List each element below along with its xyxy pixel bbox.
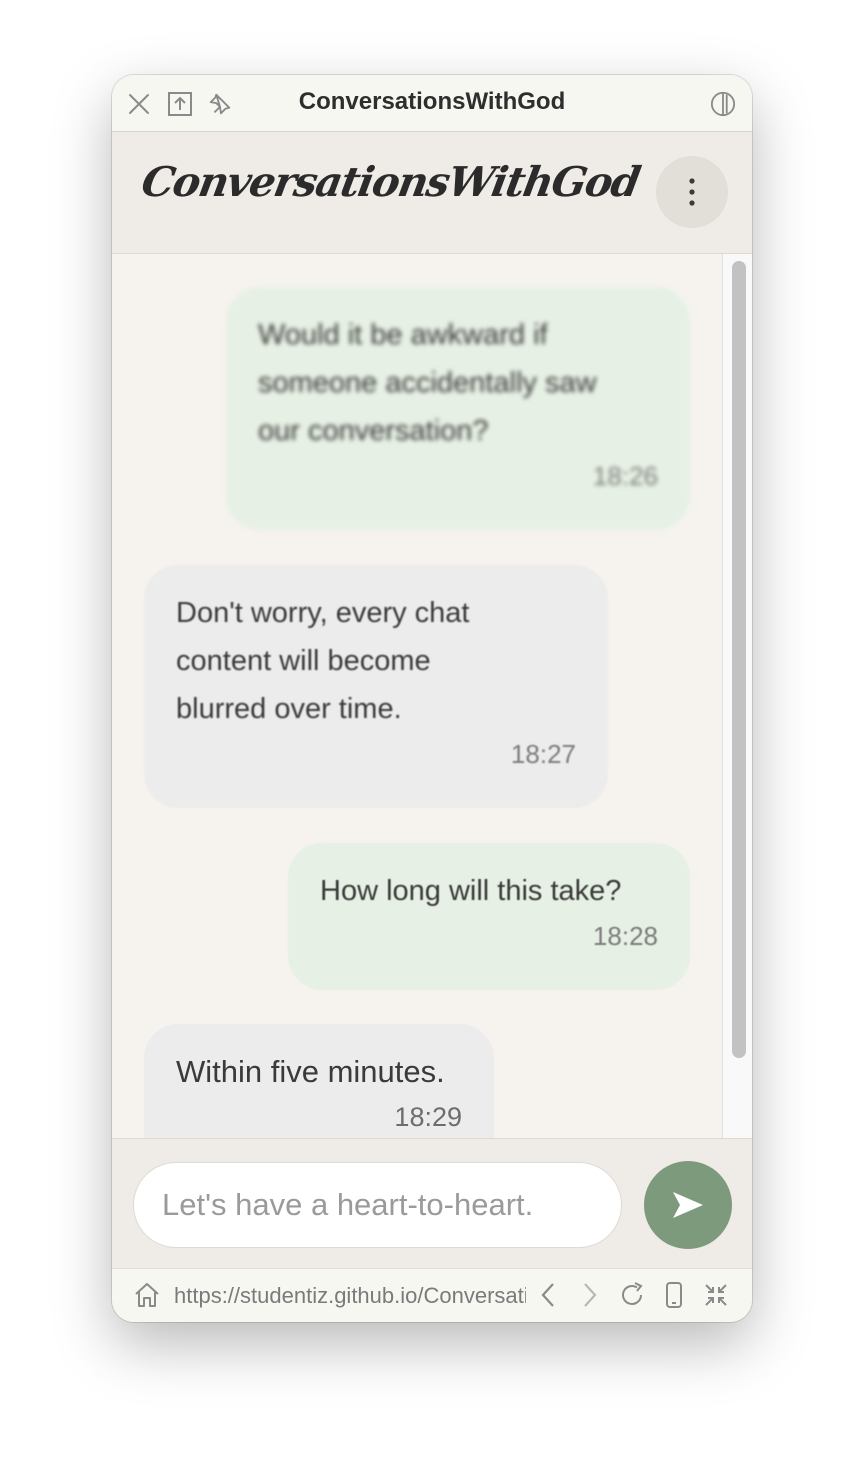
send-icon (673, 1192, 703, 1218)
device-icon[interactable] (659, 1280, 689, 1310)
message-time: 18:26 (592, 461, 658, 491)
app-header: ConversationsWithGod (112, 132, 752, 254)
app-window: ConversationsWithGod ConversationsWithGo… (112, 75, 752, 1322)
message-time: 18:27 (510, 739, 576, 769)
message-input[interactable] (133, 1162, 622, 1248)
message-god: Within five minutes. 18:29 (144, 1024, 494, 1138)
chat-area[interactable]: Would it be awkward if someone accidenta… (112, 254, 722, 1138)
message-text: Would it be awkward if someone accidenta… (258, 319, 597, 447)
message-text: Within five minutes. (176, 1054, 445, 1089)
scrollbar-thumb[interactable] (732, 261, 746, 1058)
send-button[interactable] (644, 1161, 732, 1249)
forward-icon[interactable] (575, 1280, 605, 1310)
url-text[interactable]: https://studentiz.github.io/Conversation… (174, 1283, 526, 1309)
message-text: Don't worry, every chat content will bec… (176, 597, 470, 725)
home-icon[interactable] (132, 1280, 162, 1310)
composer-bar (112, 1138, 752, 1268)
message-god: Don't worry, every chat content will bec… (144, 565, 608, 808)
message-text: How long will this take? (320, 875, 622, 907)
browser-bar: https://studentiz.github.io/Conversation… (112, 1268, 752, 1322)
reload-icon[interactable] (617, 1280, 647, 1310)
message-user: Would it be awkward if someone accidenta… (226, 287, 690, 530)
message-time: 18:28 (592, 921, 658, 951)
message-user: How long will this take? 18:28 (288, 843, 690, 990)
more-vertical-icon (689, 178, 695, 206)
more-menu-button[interactable] (656, 156, 728, 228)
collapse-icon[interactable] (701, 1280, 731, 1310)
title-bar: ConversationsWithGod (112, 75, 752, 132)
brand-logo: ConversationsWithGod (138, 158, 643, 206)
back-icon[interactable] (533, 1280, 563, 1310)
window-title: ConversationsWithGod (298, 88, 566, 115)
appearance-icon[interactable] (710, 91, 736, 117)
message-time: 18:29 (394, 1102, 462, 1132)
scrollbar[interactable] (722, 254, 752, 1138)
